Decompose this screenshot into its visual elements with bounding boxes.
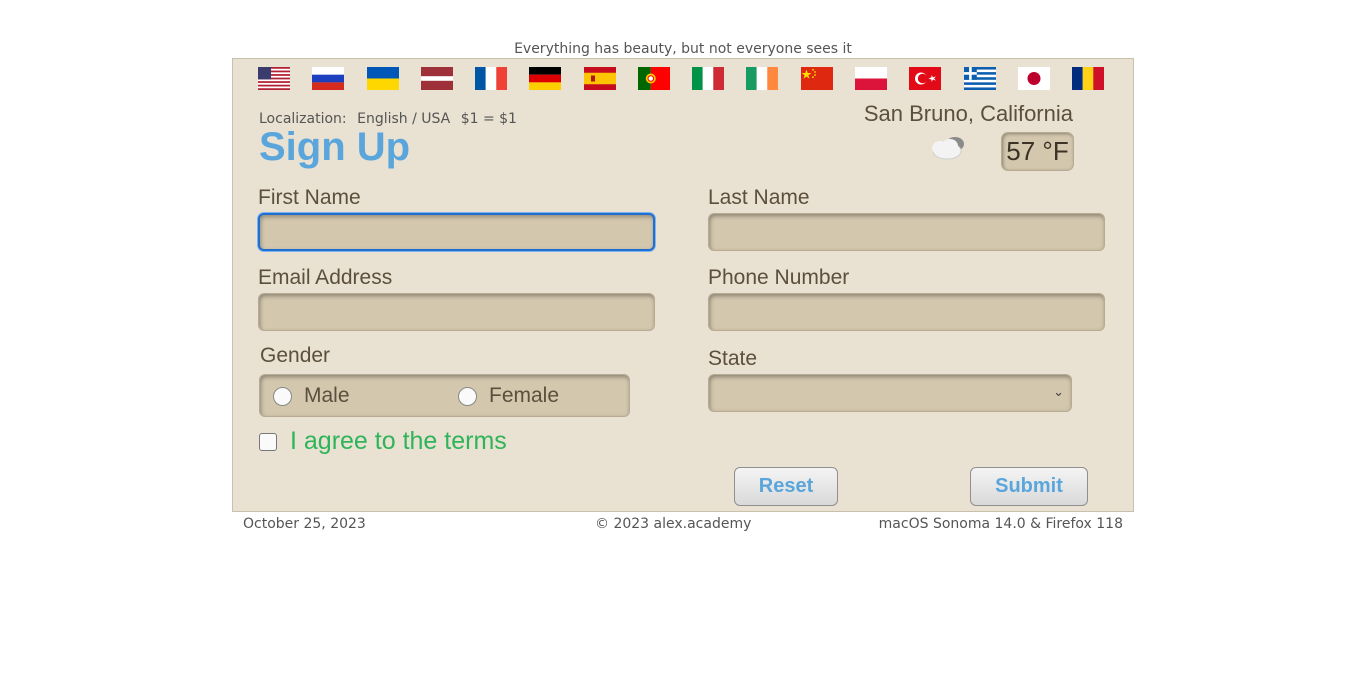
flag-romania[interactable] (1072, 67, 1104, 90)
agree-terms[interactable]: I agree to the terms (259, 427, 507, 456)
currency-rate: $1 = $1 (460, 111, 517, 127)
tagline: Everything has beauty, but not everyone … (514, 41, 852, 57)
female-label: Female (489, 384, 560, 407)
agree-label: I agree to the terms (290, 427, 507, 455)
agree-checkbox[interactable] (259, 432, 277, 451)
flag-russia[interactable] (312, 67, 344, 90)
flag-spain[interactable] (584, 67, 616, 90)
footer-platform: macOS Sonoma 14.0 & Firefox 118 (878, 516, 1123, 532)
flag-latvia[interactable] (421, 67, 453, 90)
flag-france[interactable] (475, 67, 507, 90)
chevron-down-icon: ⌄ (1053, 384, 1064, 399)
last-name-label: Last Name (708, 186, 810, 209)
male-label: Male (304, 384, 350, 407)
gender-label: Gender (260, 344, 331, 367)
flag-greece[interactable] (964, 67, 996, 90)
gender-radio-group: Male Female (259, 374, 630, 417)
gender-option-male[interactable]: Male (273, 384, 350, 408)
flag-italy[interactable] (692, 67, 724, 90)
email-input[interactable] (258, 293, 655, 331)
phone-label: Phone Number (708, 266, 850, 289)
female-radio[interactable] (458, 386, 477, 406)
flag-germany[interactable] (529, 67, 561, 90)
cloud-icon (925, 133, 969, 171)
flag-japan[interactable] (1018, 67, 1050, 90)
submit-button[interactable]: Submit (970, 467, 1088, 506)
gender-option-female[interactable]: Female (458, 384, 559, 408)
first-name-input[interactable] (258, 213, 655, 251)
flag-usa[interactable] (258, 67, 290, 90)
flag-china[interactable] (801, 67, 833, 90)
reset-button[interactable]: Reset (734, 467, 838, 506)
state-select[interactable]: ⌄ (708, 374, 1072, 412)
temperature-display: 57 °F (1001, 132, 1074, 171)
last-name-input[interactable] (708, 213, 1105, 251)
footer-copyright: © 2023 alex.academy (595, 516, 752, 532)
language-flags (233, 67, 1133, 91)
page-title: Sign Up (259, 125, 411, 169)
weather-city: San Bruno, California (863, 101, 1073, 126)
flag-poland[interactable] (855, 67, 887, 90)
state-label: State (708, 347, 758, 370)
flag-ireland[interactable] (746, 67, 778, 90)
signup-panel: Localization: English / USA $1 = $1 Sign… (232, 58, 1134, 512)
email-label: Email Address (258, 266, 393, 289)
male-radio[interactable] (273, 386, 292, 406)
flag-turkey[interactable] (909, 67, 941, 90)
footer-date: October 25, 2023 (243, 516, 366, 532)
phone-input[interactable] (708, 293, 1105, 331)
flag-ukraine[interactable] (367, 67, 399, 90)
flag-portugal[interactable] (638, 67, 670, 90)
first-name-label: First Name (258, 186, 361, 209)
